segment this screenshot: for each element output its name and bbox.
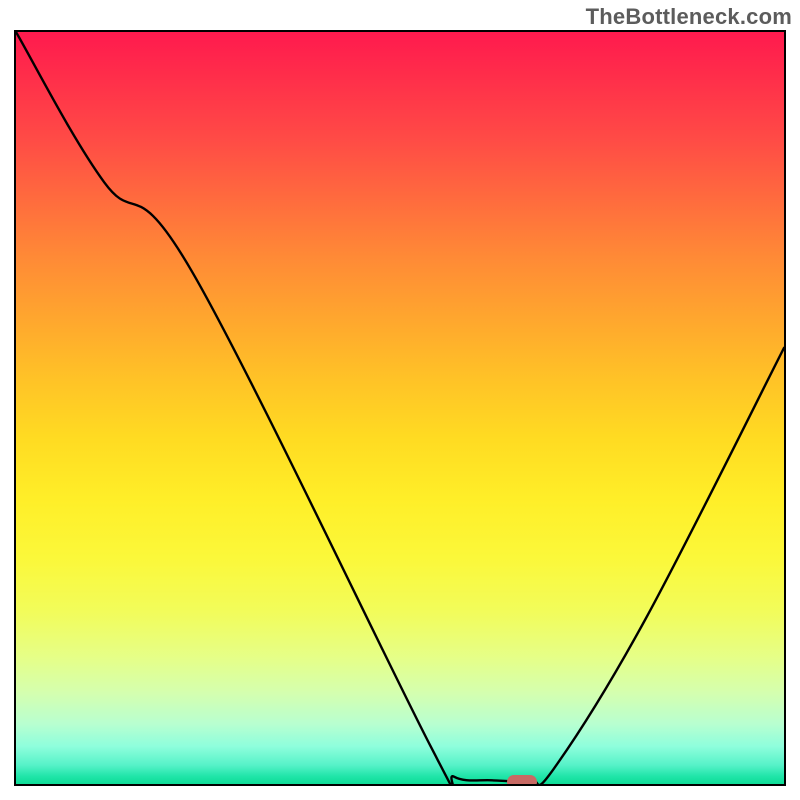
optimum-marker — [507, 775, 537, 786]
plot-area — [14, 30, 786, 786]
bottleneck-curve — [16, 32, 784, 784]
watermark-text: TheBottleneck.com — [586, 4, 792, 30]
chart-container: TheBottleneck.com — [0, 0, 800, 800]
